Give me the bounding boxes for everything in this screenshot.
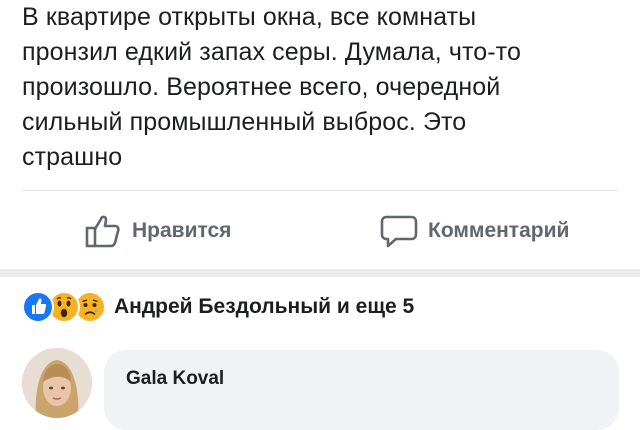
reactions-row[interactable]: Андрей Бездольный и еще 5 xyxy=(22,289,414,325)
post-text-line: страшно xyxy=(22,143,123,171)
speech-bubble-icon xyxy=(380,213,418,249)
like-button[interactable]: Нравится xyxy=(84,211,231,251)
like-reaction-icon xyxy=(22,291,54,323)
post-actions-bar: Нравится Комментарий xyxy=(0,191,640,269)
thumbs-up-icon xyxy=(84,213,122,249)
like-label: Нравится xyxy=(132,219,232,242)
post-text-line: пронзил едкий запах серы. Думала, что-то xyxy=(22,38,521,66)
comment-label: Комментарий xyxy=(428,219,570,242)
post-text-line: В квартире открыты окна, все комнаты xyxy=(22,3,477,31)
comment-button[interactable]: Комментарий xyxy=(380,211,569,251)
section-separator xyxy=(0,269,640,277)
avatar[interactable] xyxy=(22,348,92,418)
comment-author[interactable]: Gala Koval xyxy=(126,368,224,390)
post-text-line: сильный промышленный выброс. Это xyxy=(22,108,467,136)
reactions-summary: Андрей Бездольный и еще 5 xyxy=(114,295,415,318)
post-text: В квартире открыты окна, все комнаты про… xyxy=(22,0,622,175)
comment-bubble[interactable]: Gala Koval xyxy=(104,350,619,430)
post-text-line: произошло. Вероятнее всего, очередной xyxy=(22,73,501,101)
